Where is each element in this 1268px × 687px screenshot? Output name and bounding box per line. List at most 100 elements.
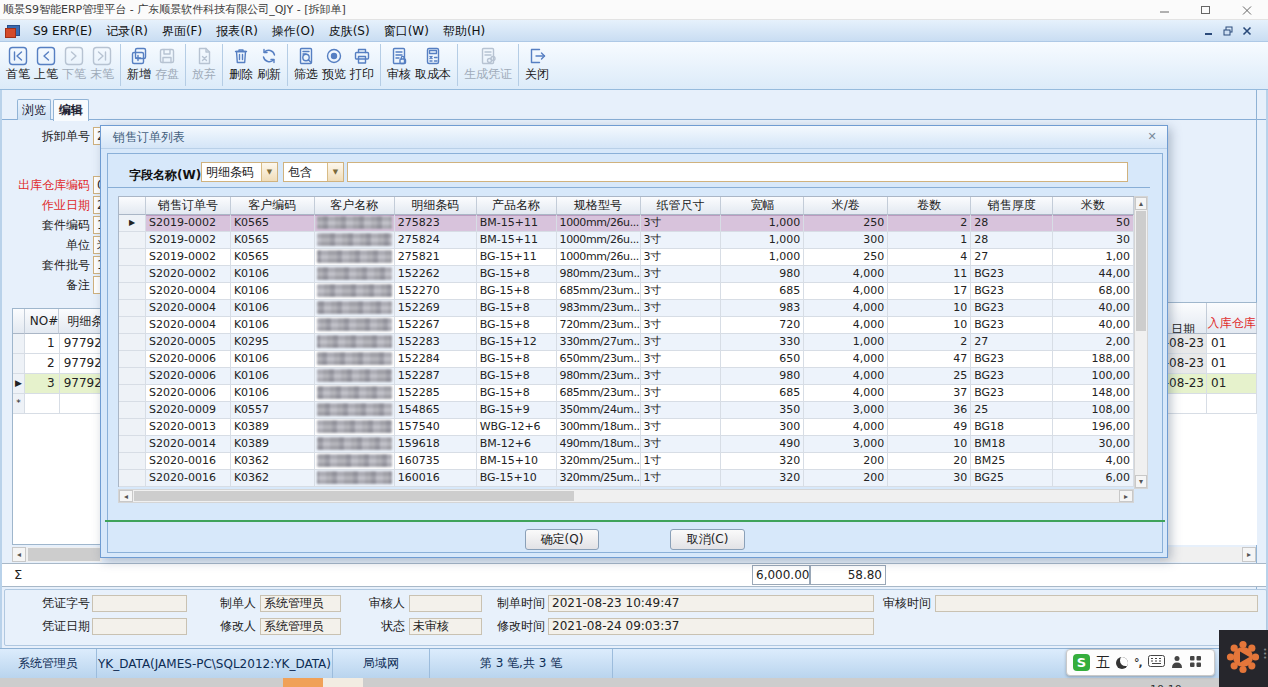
cell[interactable]: K0106 — [231, 317, 315, 334]
cell[interactable]: 47 — [888, 351, 971, 368]
cell[interactable] — [315, 317, 395, 334]
column-header-5[interactable]: 规格型号 — [557, 197, 641, 215]
cell[interactable]: S2020-0004 — [146, 317, 231, 334]
cell[interactable]: S2020-0014 — [146, 436, 231, 453]
table-row[interactable]: S2019-0002K0565275824BM-15+111000mm/26u.… — [119, 232, 1134, 249]
cell[interactable]: WBG-12+6 — [477, 419, 557, 436]
mdi-minimize-icon[interactable] — [1204, 26, 1214, 36]
row-selector[interactable] — [119, 402, 146, 419]
cell[interactable]: 3,000 — [804, 402, 888, 419]
column-header-6[interactable]: 纸管尺寸 — [641, 197, 722, 215]
cell[interactable]: K0106 — [231, 283, 315, 300]
cell[interactable]: BG23 — [971, 351, 1053, 368]
cell[interactable]: 685 — [721, 283, 804, 300]
cell[interactable]: 2,00 — [1053, 334, 1134, 351]
cell[interactable]: 40,00 — [1053, 300, 1134, 317]
toolbar-button-nav-prev[interactable]: 上笔 — [32, 42, 60, 82]
cell[interactable]: S2020-0006 — [146, 351, 231, 368]
main-hscrollbar-left[interactable]: ◂ — [12, 547, 102, 562]
table-row[interactable]: S2020-0006K0106152285BG-15+8685mm/23um..… — [119, 385, 1134, 402]
cell[interactable]: 320mm/25um... — [557, 470, 641, 487]
cell[interactable]: K0106 — [231, 300, 315, 317]
cell[interactable]: 30,00 — [1053, 436, 1134, 453]
cell[interactable] — [315, 283, 395, 300]
cell[interactable]: 25 — [888, 368, 971, 385]
cell[interactable]: BG-15+11 — [477, 249, 557, 266]
cell[interactable]: BG23 — [971, 300, 1053, 317]
table-row[interactable]: S2020-0004K0106152269BG-15+8983mm/23um..… — [119, 300, 1134, 317]
cell[interactable]: 650mm/23um... — [557, 351, 641, 368]
cell[interactable]: S2020-0006 — [146, 385, 231, 402]
cell-no[interactable] — [25, 394, 60, 414]
cell-no[interactable]: 2 — [25, 354, 60, 374]
cell[interactable]: 2 — [888, 215, 971, 232]
cell[interactable]: 3,000 — [804, 436, 888, 453]
cell[interactable]: 28 — [971, 215, 1053, 232]
cell[interactable]: K0106 — [231, 368, 315, 385]
cell[interactable]: 350 — [721, 402, 804, 419]
scrollbar-thumb[interactable] — [28, 548, 100, 561]
column-header-2[interactable]: 客户名称 — [315, 197, 395, 215]
cell[interactable]: 3寸 — [641, 334, 722, 351]
cell[interactable]: BG-15+9 — [477, 402, 557, 419]
cell[interactable]: 250 — [804, 215, 888, 232]
cell[interactable]: 3寸 — [641, 402, 722, 419]
cell[interactable]: 148,00 — [1053, 385, 1134, 402]
cell[interactable]: 40,00 — [1053, 317, 1134, 334]
cell[interactable]: 152270 — [395, 283, 477, 300]
cell-no[interactable]: 1 — [25, 334, 60, 354]
cell[interactable] — [315, 368, 395, 385]
scroll-right-icon[interactable]: ▸ — [1242, 547, 1256, 562]
cell[interactable]: BG23 — [971, 368, 1053, 385]
cell[interactable]: BG-15+8 — [477, 300, 557, 317]
cell[interactable]: 4,000 — [804, 317, 888, 334]
table-row[interactable]: 2021-08-2301 — [1160, 354, 1257, 374]
cell[interactable]: S2020-0004 — [146, 300, 231, 317]
table-row[interactable]: S2020-0004K0106152270BG-15+8685mm/23um..… — [119, 283, 1134, 300]
cell[interactable]: 50 — [1053, 215, 1134, 232]
cell[interactable]: 27 — [971, 249, 1053, 266]
chevron-down-icon[interactable]: ▼ — [327, 163, 343, 181]
cell[interactable]: 490 — [721, 436, 804, 453]
cell[interactable]: BG-15+8 — [477, 266, 557, 283]
cell[interactable]: 154865 — [395, 402, 477, 419]
column-header-3[interactable]: 明细条码 — [395, 197, 477, 215]
cell[interactable]: 36 — [888, 402, 971, 419]
cell[interactable]: 1 — [888, 232, 971, 249]
table-row[interactable]: S2019-0002K0565275821BG-15+111000mm/26u.… — [119, 249, 1134, 266]
row-selector[interactable] — [119, 419, 146, 436]
sogou-logo-icon[interactable]: S — [1073, 654, 1090, 671]
cell[interactable]: S2020-0004 — [146, 283, 231, 300]
table-row[interactable]: S2020-0004K0106152267BG-15+8720mm/23um..… — [119, 317, 1134, 334]
cell[interactable]: K0106 — [231, 385, 315, 402]
toolbar-button-filter-search[interactable]: 筛选 — [292, 42, 320, 82]
row-selector[interactable]: * — [13, 394, 25, 414]
cell[interactable] — [315, 436, 395, 453]
cell[interactable] — [315, 334, 395, 351]
cancel-button[interactable]: 取消(C) — [670, 529, 745, 550]
cell[interactable]: 159618 — [395, 436, 477, 453]
cell[interactable]: K0565 — [231, 232, 315, 249]
cell[interactable]: BG23 — [971, 385, 1053, 402]
cell-no[interactable]: 3 — [25, 374, 60, 394]
close-icon[interactable] — [1241, 4, 1253, 16]
cell[interactable]: BG-15+10 — [477, 470, 557, 487]
dialog-vscrollbar[interactable]: ▴ ▾ — [1134, 196, 1148, 489]
filter-field-combo[interactable]: 明细条码 ▼ — [201, 162, 278, 182]
cell[interactable]: 275821 — [395, 249, 477, 266]
row-selector[interactable] — [119, 453, 146, 470]
cell[interactable]: K0362 — [231, 470, 315, 487]
cell[interactable]: 196,00 — [1053, 419, 1134, 436]
column-header-11[interactable]: 米数 — [1053, 197, 1134, 215]
taskbar-item-light[interactable] — [323, 678, 363, 687]
cell[interactable]: BG18 — [971, 419, 1053, 436]
toolbar-button-audit-doc[interactable]: 审核 — [385, 42, 413, 82]
column-header-4[interactable]: 产品名称 — [477, 197, 557, 215]
cell[interactable]: K0362 — [231, 453, 315, 470]
row-selector[interactable] — [119, 470, 146, 487]
row-selector[interactable]: ▶ — [13, 374, 25, 394]
mdi-close-icon[interactable] — [1242, 26, 1252, 36]
cell[interactable]: K0565 — [231, 249, 315, 266]
cell[interactable]: 685 — [721, 385, 804, 402]
cell[interactable] — [315, 249, 395, 266]
